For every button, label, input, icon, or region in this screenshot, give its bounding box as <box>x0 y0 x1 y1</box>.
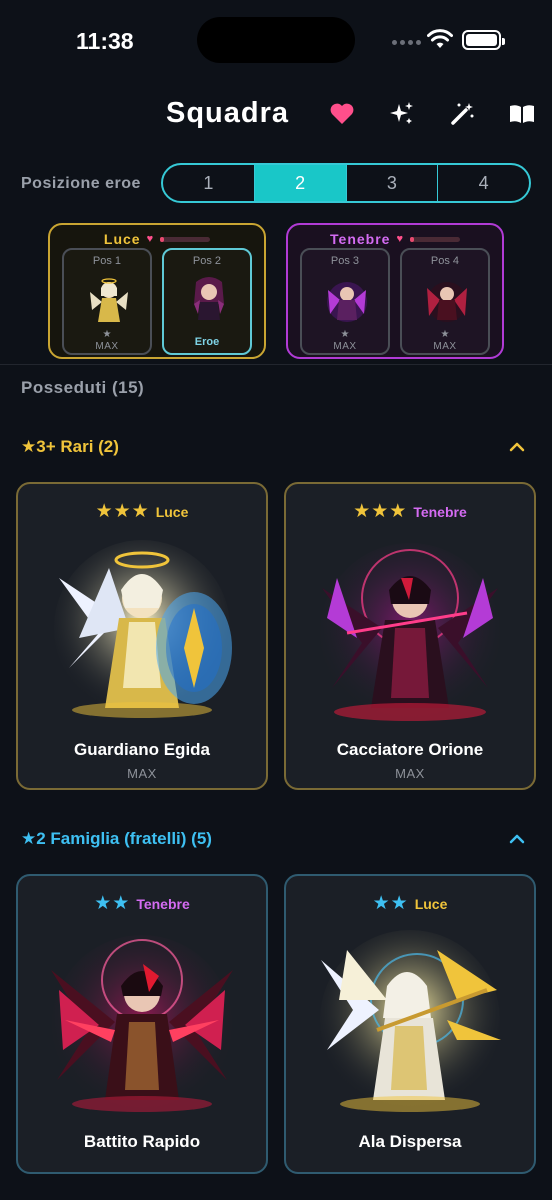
team-hp-bar <box>409 236 460 242</box>
heart-icon: ♥ <box>396 233 404 245</box>
position-option-1[interactable]: 1 <box>163 165 255 201</box>
hero-name: Ala Dispersa <box>358 1132 462 1151</box>
team-name: Luce <box>103 231 141 247</box>
hero-portrait-dark <box>327 282 367 322</box>
hero-position-segmented-control[interactable]: 1 2 3 4 <box>161 163 531 203</box>
hero-card-ala-dispersa[interactable]: ★★ Luce Ala Dispersa <box>284 874 536 1174</box>
slot-status: MAX <box>433 341 457 352</box>
rarity-stars: ★★ <box>372 893 409 914</box>
element-label: Tenebre <box>136 895 190 912</box>
element-label: Luce <box>414 895 448 912</box>
slot-label: Pos 4 <box>430 255 460 267</box>
hero-card-cacciatore-orione[interactable]: ★★★ Tenebre Cacciatore Orione MAX <box>284 482 536 790</box>
chevron-up-icon[interactable] <box>508 441 526 453</box>
hero-level: MAX <box>395 766 425 781</box>
hero-name: Guardiano Egida <box>73 740 211 759</box>
element-label: Tenebre <box>413 503 467 520</box>
star-icon: ★ <box>102 329 112 340</box>
star-icon: ★ <box>440 329 450 340</box>
owned-count-label: Posseduti (15) <box>21 378 145 397</box>
slot-status: Eroe <box>194 336 220 348</box>
hero-name: Battito Rapido <box>83 1132 201 1151</box>
position-option-2[interactable]: 2 <box>254 165 347 201</box>
star-icon: ★ <box>340 329 350 340</box>
team-slot-pos-1[interactable]: Pos 1 ★ MAX <box>62 248 152 355</box>
slot-label: Pos 1 <box>92 255 122 267</box>
rarity-stars: ★★★ <box>353 501 408 522</box>
team-name: Tenebre <box>330 231 391 247</box>
hero-portrait-player <box>194 277 224 320</box>
team-slot-pos-2[interactable]: Pos 2 Eroe <box>162 248 252 355</box>
rarity-stars: ★★★ <box>95 501 150 522</box>
hero-art-cacciatore-orione <box>320 543 500 723</box>
team-tenebre-panel: Tenebre ♥ Pos 3 ★ MAX Pos 4 ★ MAX <box>286 223 504 359</box>
sparkles-icon[interactable] <box>388 100 416 128</box>
team-hp-bar <box>160 236 211 242</box>
book-icon[interactable] <box>508 100 536 128</box>
slot-label: Pos 2 <box>192 255 222 267</box>
slot-label: Pos 3 <box>330 255 360 267</box>
hero-level: MAX <box>127 766 157 781</box>
hero-art-guardiano-egida <box>54 540 232 718</box>
position-option-3[interactable]: 3 <box>347 165 439 201</box>
status-bar: 11:38 <box>0 0 552 80</box>
position-option-4[interactable]: 4 <box>438 165 529 201</box>
rarity-stars: ★★ <box>94 893 131 914</box>
hero-name: Cacciatore Orione <box>336 740 484 759</box>
hero-card-guardiano-egida[interactable]: ★★★ Luce Guardiano Egida MAX <box>16 482 268 790</box>
slot-status: MAX <box>333 341 357 352</box>
team-slot-pos-3[interactable]: Pos 3 ★ MAX <box>300 248 390 355</box>
slot-status: MAX <box>95 341 119 352</box>
wifi-icon <box>427 29 453 48</box>
hero-portrait-demon <box>427 282 467 322</box>
team-luce-panel: Luce ♥ Pos 1 ★ MAX Pos 2 Eroe <box>48 223 266 359</box>
heart-icon[interactable] <box>328 100 356 128</box>
section-header-rare[interactable]: ★3+ Rari (2) <box>21 437 119 457</box>
element-label: Luce <box>155 503 189 520</box>
hero-position-label: Posizione eroe <box>21 175 141 192</box>
magic-wand-icon[interactable] <box>448 100 476 128</box>
hero-portrait-angel <box>90 278 128 322</box>
battery-icon <box>462 30 505 50</box>
heart-icon: ♥ <box>146 233 155 245</box>
page-title: Squadra <box>166 97 290 129</box>
section-header-family[interactable]: ★2 Famiglia (fratelli) (5) <box>21 829 212 849</box>
status-time: 11:38 <box>76 28 134 54</box>
chevron-up-icon[interactable] <box>508 833 526 845</box>
cellular-signal-icon <box>392 40 421 45</box>
divider <box>0 364 552 365</box>
dynamic-island <box>197 17 355 63</box>
team-slot-pos-4[interactable]: Pos 4 ★ MAX <box>400 248 490 355</box>
hero-art-ala-dispersa <box>320 930 501 1112</box>
hero-art-battito-rapido <box>51 935 233 1115</box>
hero-card-battito-rapido[interactable]: ★★ Tenebre Battito Rapido <box>16 874 268 1174</box>
